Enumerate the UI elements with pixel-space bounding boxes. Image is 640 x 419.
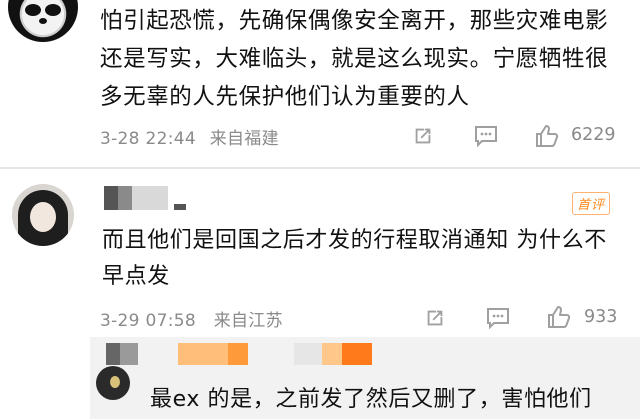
comment-meta: 3-29 07:58 来自江苏 <box>100 306 291 331</box>
comment-feed: 怕引起恐慌，先确保偶像安全离开，那些灾难电影还是写实，大难临头，就是这么现实。宁… <box>0 0 640 419</box>
comment-icon[interactable] <box>474 125 498 147</box>
avatar-face <box>30 202 56 232</box>
comment-time: 3-29 07:58 <box>100 311 196 331</box>
username-redacted <box>104 186 186 210</box>
like-icon[interactable] <box>535 124 559 148</box>
comment-text: 怕引起恐慌，先确保偶像安全离开，那些灾难电影还是写实，大难临头，就是这么现实。宁… <box>100 8 609 110</box>
reply-text: 最ex 的是，之前发了然后又删了，害怕他们 <box>150 387 592 412</box>
like-icon[interactable] <box>547 305 571 329</box>
comment-text: 而且他们是回国之后才发的行程取消通知 为什么不早点发 <box>102 228 607 289</box>
share-icon[interactable] <box>424 307 446 329</box>
like-count: 933 <box>584 307 618 327</box>
first-comment-badge: 首评 <box>572 192 611 215</box>
reply-username-redacted <box>106 343 372 365</box>
avatar-nose <box>39 18 47 24</box>
avatar-eye <box>25 4 41 16</box>
share-icon[interactable] <box>412 125 434 147</box>
avatar[interactable] <box>8 0 78 42</box>
comment-location: 来自福建 <box>209 129 279 149</box>
comment-icon[interactable] <box>486 307 510 329</box>
comment-time: 3-28 22:44 <box>100 129 196 149</box>
avatar[interactable] <box>96 366 130 400</box>
avatar-detail <box>110 376 120 388</box>
like-count: 6229 <box>571 125 616 145</box>
divider <box>0 167 640 169</box>
comment-location: 来自江苏 <box>213 311 283 331</box>
comment-meta: 3-28 22:44 来自福建 <box>100 124 287 149</box>
avatar[interactable] <box>12 184 74 246</box>
avatar-eye <box>45 4 61 16</box>
